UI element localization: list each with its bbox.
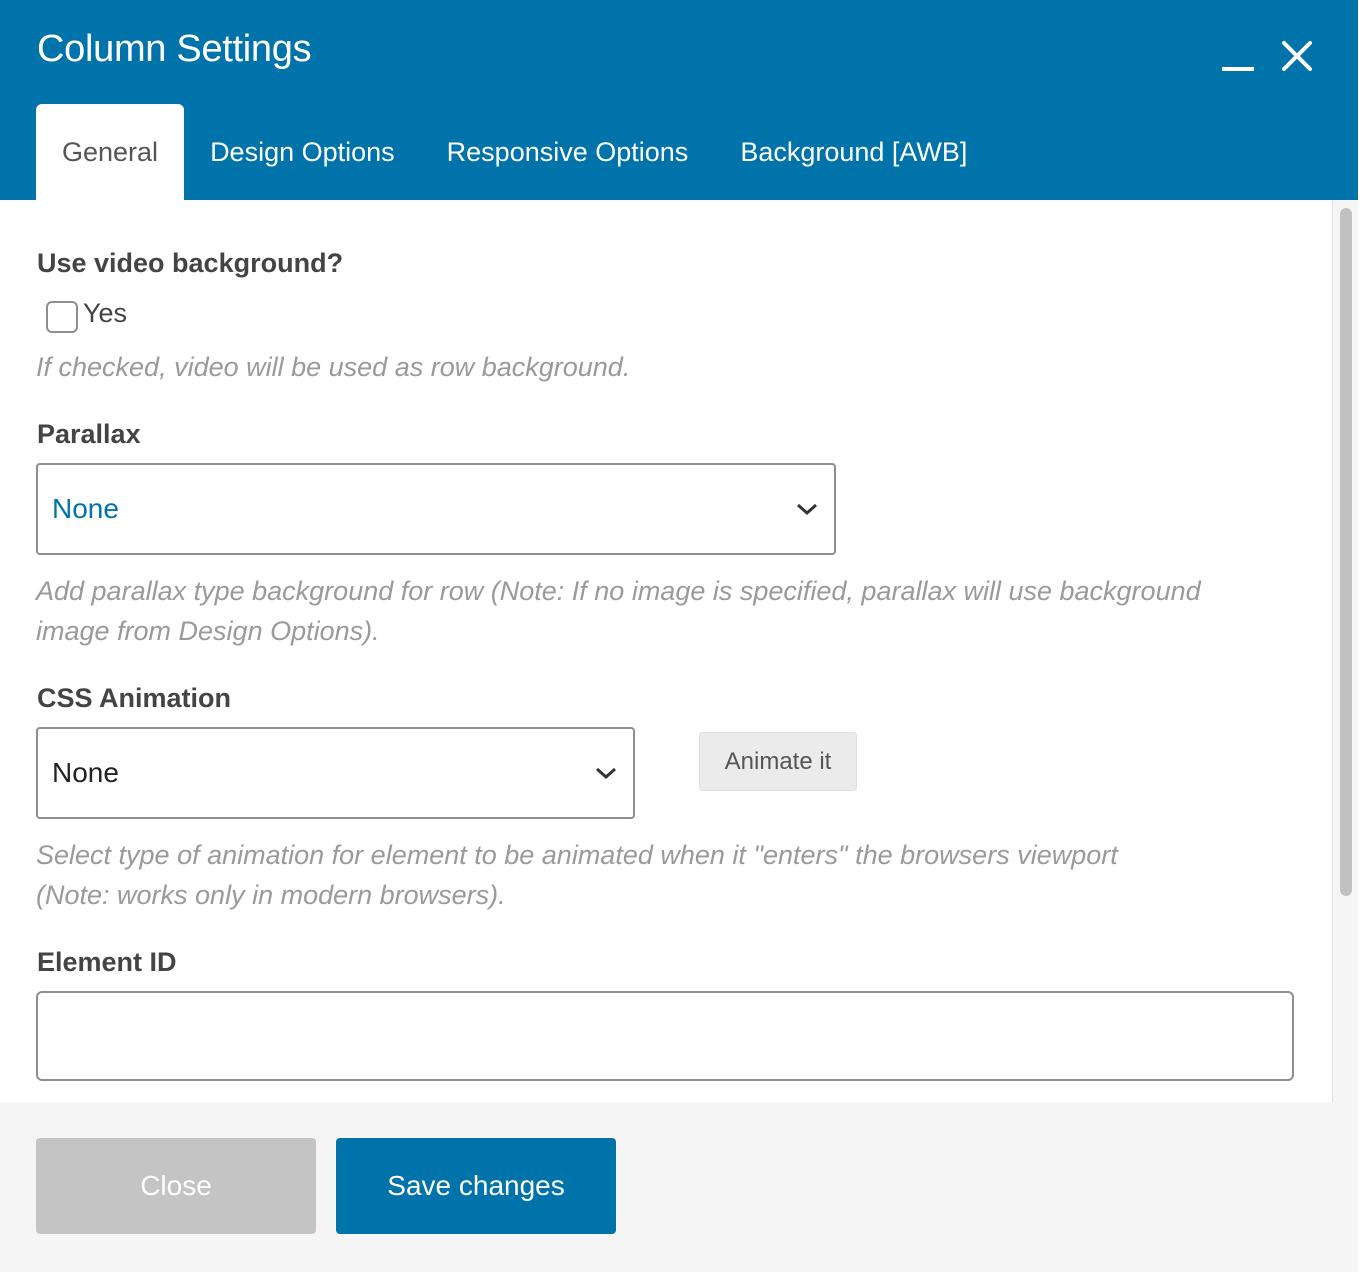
parallax-help-line1: Add parallax type background for row (No… [36, 576, 1201, 606]
css-animation-label: CSS Animation [37, 683, 232, 713]
modal-title: Column Settings [37, 28, 312, 70]
close-window-button[interactable] [1277, 36, 1317, 76]
tab-design-options[interactable]: Design Options [184, 104, 421, 200]
close-button[interactable]: Close [36, 1138, 316, 1234]
page-background-edge [1358, 0, 1362, 1272]
video-background-checkbox[interactable] [46, 301, 78, 333]
parallax-select[interactable]: None [36, 463, 836, 555]
scrollbar-thumb[interactable] [1340, 208, 1352, 896]
video-background-help: If checked, video will be used as row ba… [36, 352, 631, 382]
tab-general[interactable]: General [36, 104, 185, 200]
video-background-checkbox-label[interactable]: Yes [83, 298, 127, 329]
element-id-label: Element ID [37, 947, 177, 977]
css-animation-help-line2: (Note: works only in modern browsers). [36, 880, 506, 910]
tab-background-awb[interactable]: Background [AWB] [714, 104, 993, 200]
chevron-down-icon [797, 503, 817, 516]
scrollbar[interactable] [1332, 200, 1358, 1102]
save-changes-button[interactable]: Save changes [336, 1138, 616, 1234]
close-icon [1282, 41, 1312, 71]
css-animation-help-line1: Select type of animation for element to … [36, 840, 1118, 870]
parallax-help-line2: image from Design Options). [36, 616, 380, 646]
animate-it-button[interactable]: Animate it [699, 732, 857, 791]
tab-bar: General Design Options Responsive Option… [36, 104, 993, 200]
modal-footer: Close Save changes [0, 1102, 1360, 1272]
chevron-down-icon [596, 767, 616, 780]
element-id-input[interactable] [36, 991, 1294, 1081]
minimize-button[interactable] [1218, 40, 1258, 80]
parallax-label: Parallax [37, 419, 141, 449]
modal-header: Column Settings General Design Options R… [0, 0, 1360, 200]
minimize-icon [1222, 67, 1254, 71]
settings-panel: Use video background? Yes If checked, vi… [0, 200, 1330, 1102]
parallax-select-value: None [52, 493, 119, 524]
column-settings-modal: Column Settings General Design Options R… [0, 0, 1360, 1272]
tab-responsive-options[interactable]: Responsive Options [421, 104, 715, 200]
css-animation-select-value: None [52, 757, 119, 788]
video-background-label: Use video background? [37, 248, 344, 278]
css-animation-select[interactable]: None [36, 727, 635, 819]
